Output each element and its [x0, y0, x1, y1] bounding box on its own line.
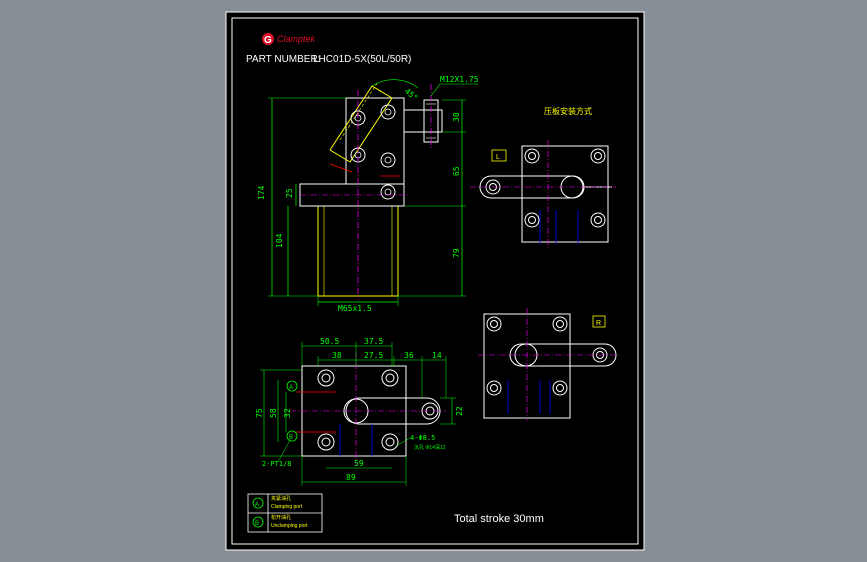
dim-mid: 65 — [452, 166, 461, 176]
dim-overall-height: 174 — [257, 185, 266, 200]
mounting-title: 压板安装方式 — [544, 106, 592, 116]
mount-tag-right: R — [596, 320, 601, 327]
part-number-value: LHC01D-5X(50L/50R) — [313, 54, 411, 65]
dim-right: 22 — [455, 406, 464, 416]
dim-left-0: 75 — [255, 408, 264, 418]
legend-marker-b: B — [255, 521, 259, 527]
legend-cn-b: 松开油孔 — [271, 514, 291, 521]
dim-top: 30 — [452, 112, 461, 122]
legend-en-b: Unclamping port — [271, 523, 308, 529]
dim-row2-0: 38 — [332, 351, 342, 360]
dim-bottom-1: 89 — [346, 473, 356, 482]
dim-left-2: 32 — [283, 408, 292, 418]
dim-arm-offset: 25 — [285, 188, 294, 198]
port-callout: 2-PT1/8 — [262, 460, 292, 468]
port-marker-b: B — [289, 435, 293, 441]
part-number-label: PART NUMBER: — [246, 54, 320, 65]
dim-lower: 79 — [452, 248, 461, 258]
dim-row2-2: 36 — [404, 351, 414, 360]
dim-top-0: 50.5 — [320, 337, 339, 346]
legend-en-a: Clamping port — [271, 504, 303, 510]
cad-viewport: G Clamptek PART NUMBER: LHC01D-5X(50L/50… — [0, 0, 867, 562]
stroke-note: Total stroke 30mm — [454, 513, 544, 525]
dim-row2-1: 27.5 — [364, 351, 383, 360]
brand-name: Clamptek — [277, 34, 316, 44]
hole-callout: 4-Φ8.5 — [410, 434, 435, 442]
legend-marker-a: A — [255, 502, 259, 508]
dim-bottom-0: 59 — [354, 459, 364, 468]
hole-note: 沉孔 Φ14深12 — [414, 444, 446, 451]
logo-letter: G — [264, 35, 272, 46]
dim-body-height: 104 — [275, 233, 284, 248]
mount-tag-left: L — [496, 154, 500, 161]
dim-top-1: 37.5 — [364, 337, 383, 346]
dim-thread-bottom: M65x1.5 — [338, 304, 372, 313]
drawing-sheet: G Clamptek PART NUMBER: LHC01D-5X(50L/50… — [225, 11, 645, 551]
dim-left-1: 58 — [269, 408, 278, 418]
thread-callout-top: M12X1.75 — [440, 75, 479, 84]
sheet-outer-border — [225, 11, 645, 551]
legend-cn-a: 夹紧油孔 — [271, 495, 291, 502]
dim-row2-3: 14 — [432, 351, 442, 360]
port-marker-a: A — [289, 385, 293, 391]
